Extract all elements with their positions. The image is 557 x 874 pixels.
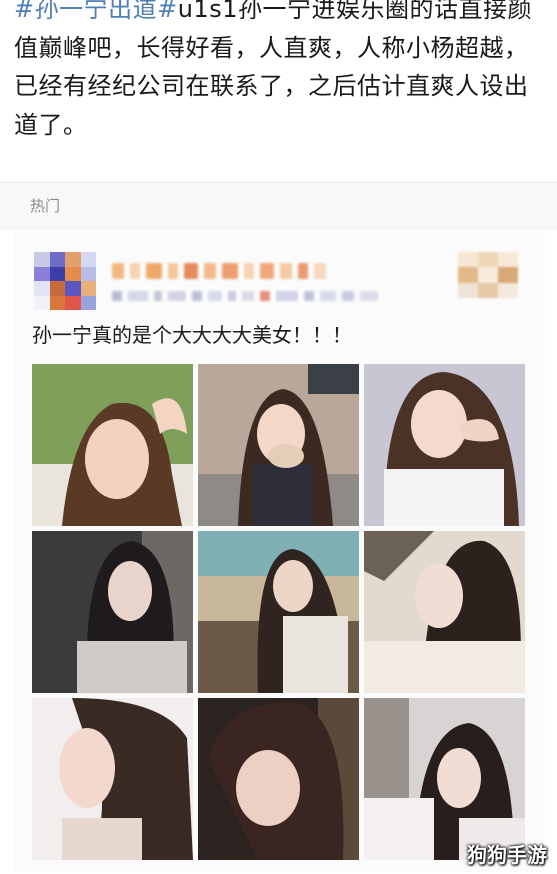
comment-text: 孙一宁真的是个大大大大美女！！！: [32, 323, 352, 347]
avatar[interactable]: [34, 252, 96, 310]
portrait-photo-icon: [198, 698, 359, 860]
site-watermark: 狗狗手游: [467, 843, 547, 867]
post-tag-text: u1s1: [177, 0, 238, 23]
photo-7[interactable]: [32, 698, 193, 860]
portrait-photo-profile-icon: [32, 698, 193, 860]
portrait-photo-icon: [364, 531, 525, 693]
follow-badge-blurred[interactable]: [458, 252, 518, 298]
photo-4[interactable]: [32, 531, 193, 693]
portrait-photo-icon: [32, 531, 193, 693]
portrait-photo-icon: [364, 364, 525, 526]
photo-5[interactable]: [198, 531, 359, 693]
portrait-photo-kitchen-icon: [198, 531, 359, 693]
portrait-photo-icon: [32, 364, 193, 526]
photo-1[interactable]: [32, 364, 193, 526]
username-blurred: [112, 263, 326, 279]
photo-6[interactable]: [364, 531, 525, 693]
photo-9[interactable]: [364, 698, 525, 860]
photo-8[interactable]: [198, 698, 359, 860]
portrait-photo-icon: [364, 698, 525, 860]
photo-3[interactable]: [364, 364, 525, 526]
photo-2[interactable]: [198, 364, 359, 526]
photo-grid: [32, 364, 526, 862]
hashtag-link[interactable]: #孙一宁出道#: [14, 0, 178, 23]
post-meta-blurred: [112, 291, 378, 301]
portrait-photo-with-cat-icon: [198, 364, 359, 526]
post-body: #孙一宁出道#u1s1孙一宁进娱乐圈的话直接颜值巅峰吧，长得好看，人直爽，人称小…: [14, 0, 544, 144]
hot-section-header: 热门: [0, 182, 557, 230]
hot-label: 热门: [30, 197, 61, 215]
